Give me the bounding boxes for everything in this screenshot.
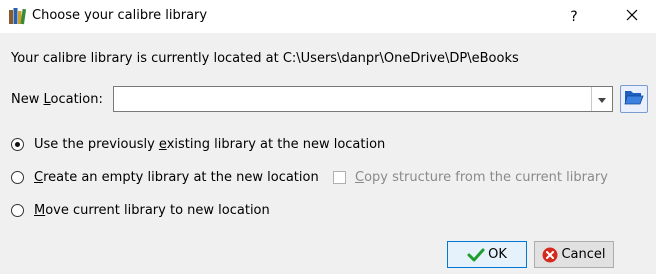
- option-create-empty-label: Create an empty library at the new locat…: [34, 170, 319, 185]
- ok-label: OK: [488, 247, 507, 262]
- browse-folder-button[interactable]: [620, 85, 648, 113]
- copy-structure-checkbox: [333, 171, 346, 184]
- window-title: Choose your calibre library: [32, 8, 208, 23]
- cancel-label: Cancel: [561, 247, 606, 262]
- chevron-down-icon: [598, 92, 606, 107]
- new-location-combobox[interactable]: [113, 86, 613, 112]
- calibre-books-icon: [8, 7, 27, 25]
- checkmark-icon: [467, 247, 485, 263]
- option-move-library-label: Move current library to new location: [34, 203, 270, 218]
- folder-open-icon: [624, 88, 644, 110]
- copy-structure-option: Copy structure from the current library: [333, 170, 608, 185]
- close-icon: [626, 9, 638, 25]
- copy-structure-label: Copy structure from the current library: [355, 170, 608, 185]
- option-use-existing[interactable]: Use the previously existing library at t…: [11, 137, 385, 152]
- title-bar: Choose your calibre library ?: [0, 0, 656, 33]
- cancel-icon: [542, 247, 558, 263]
- ok-button[interactable]: OK: [447, 241, 527, 268]
- option-move-library[interactable]: Move current library to new location: [11, 203, 270, 218]
- current-location-text: Your calibre library is currently locate…: [11, 51, 519, 66]
- new-location-label: New Location:: [11, 92, 103, 107]
- radio-create-empty[interactable]: [11, 171, 24, 184]
- close-button[interactable]: [610, 0, 654, 33]
- option-create-empty[interactable]: Create an empty library at the new locat…: [11, 170, 319, 185]
- radio-move-library[interactable]: [11, 204, 24, 217]
- radio-use-existing[interactable]: [11, 138, 24, 151]
- cancel-button[interactable]: Cancel: [534, 241, 614, 268]
- dropdown-button[interactable]: [591, 87, 612, 111]
- help-button[interactable]: ?: [556, 0, 592, 33]
- option-use-existing-label: Use the previously existing library at t…: [34, 137, 386, 152]
